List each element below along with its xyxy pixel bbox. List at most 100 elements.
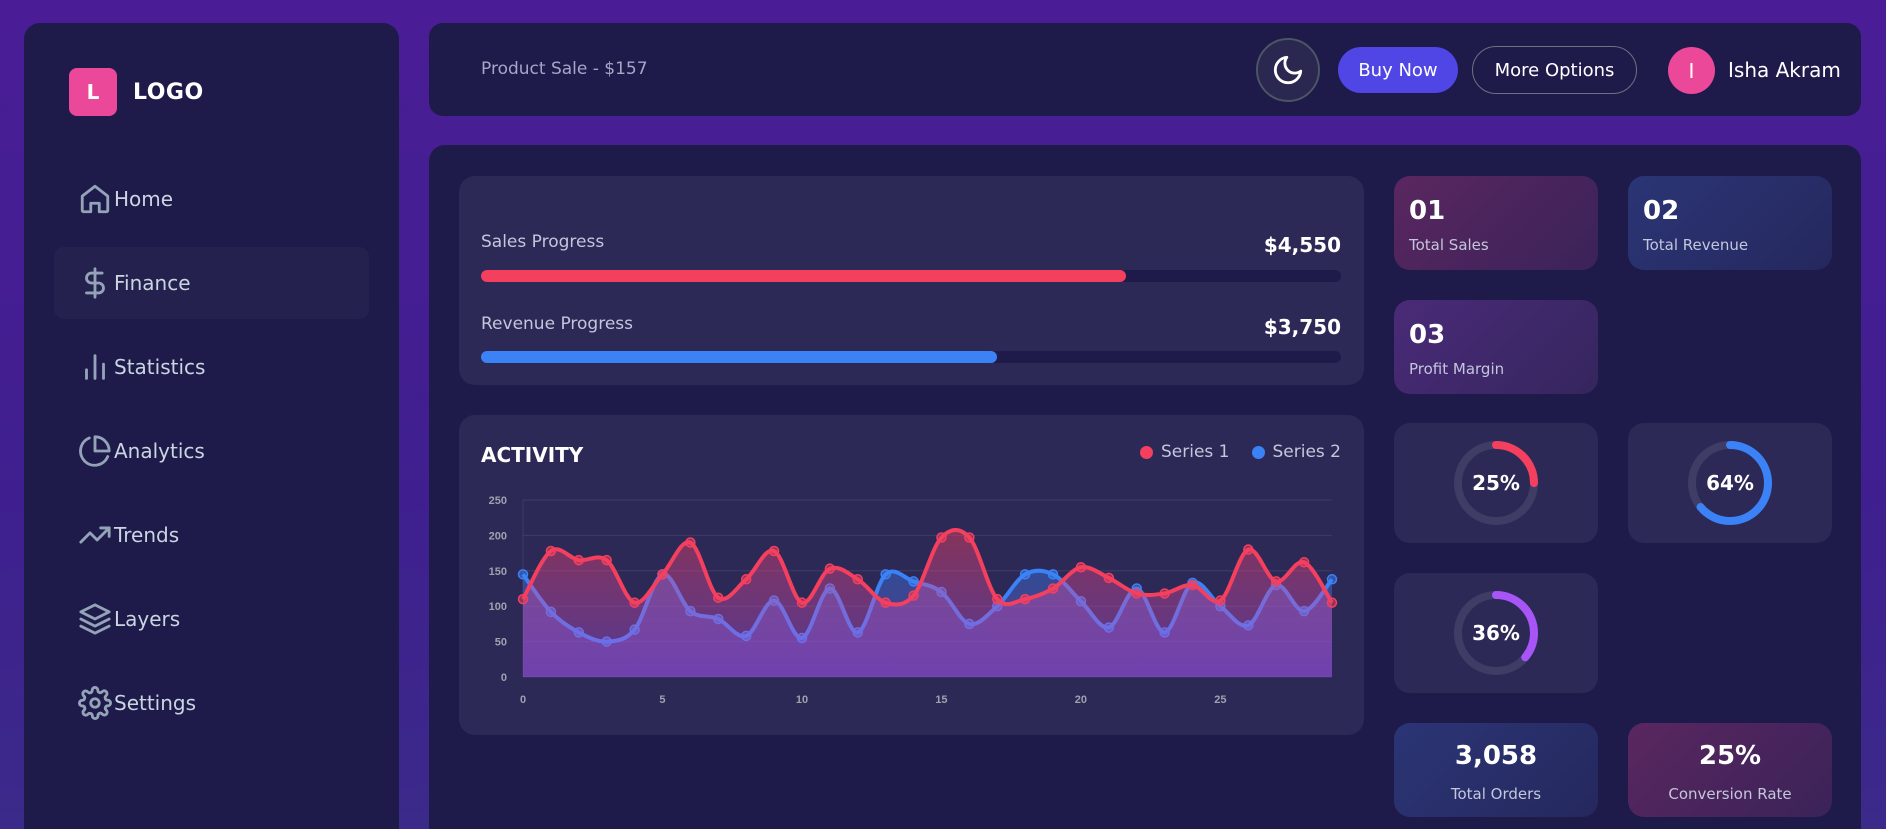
y-tick-label: 0 — [501, 672, 507, 684]
sidebar-item-label: Statistics — [114, 355, 206, 379]
dollar-icon — [85, 267, 105, 299]
stat-card-total-sales[interactable]: 01 Total Sales — [1394, 176, 1598, 270]
kpi-number: 25% — [1698, 741, 1762, 771]
series-1-point — [1298, 557, 1310, 568]
stat-label: Total Sales — [1409, 236, 1489, 254]
ring-percent: 36% — [1472, 621, 1520, 645]
series-1-point — [1187, 579, 1198, 591]
y-tick-label: 50 — [495, 637, 507, 649]
series-2-point — [1326, 574, 1338, 585]
stat-label: Total Revenue — [1643, 236, 1749, 254]
sidebar-item-label: Home — [114, 187, 174, 211]
series-1-point — [824, 563, 836, 574]
sidebar-item-label: Trends — [114, 523, 180, 547]
x-tick-label: 10 — [796, 694, 808, 706]
revenue-progress-label: Revenue Progress — [481, 314, 633, 334]
series-1-point — [991, 593, 1003, 605]
sales-progress-label: Sales Progress — [481, 232, 605, 252]
series-1-point — [1326, 597, 1338, 608]
sidebar-item-settings[interactable]: Settings — [54, 667, 369, 739]
activity-chart: 0 50 100 150 200 250 0 5 10 15 20 25 — [489, 495, 1338, 706]
product-sale-text: Product Sale - $157 — [481, 59, 648, 79]
sidebar-item-finance[interactable]: Finance — [54, 247, 369, 319]
kpi-number: 3,058 — [1454, 741, 1538, 771]
theme-toggle-button[interactable] — [1256, 38, 1320, 102]
chart-legend: Series 1 Series 2 — [1140, 442, 1341, 462]
sales-progress-fill — [481, 270, 1126, 282]
more-options-button[interactable]: More Options — [1472, 46, 1637, 94]
user-name[interactable]: Isha Akram — [1728, 58, 1841, 82]
series-1-point — [601, 554, 612, 566]
series-2-point — [880, 569, 891, 580]
avatar[interactable]: I — [1668, 47, 1715, 94]
activity-title: ACTIVITY — [481, 443, 584, 467]
moon-icon — [1273, 55, 1303, 85]
main-panel: Sales Progress $4,550 Revenue Progress $… — [429, 145, 1861, 829]
kpi-card-conversion-rate[interactable]: 25% Conversion Rate — [1628, 723, 1832, 817]
series-1-point — [740, 574, 752, 585]
series-1-point — [796, 597, 808, 608]
y-tick-label: 150 — [489, 566, 507, 578]
series-1-point — [713, 592, 724, 603]
series-2-point — [908, 576, 919, 587]
series-2-point — [1019, 569, 1031, 580]
series-1-point — [685, 537, 696, 548]
sidebar-item-statistics[interactable]: Statistics — [54, 331, 369, 403]
series-1-point — [1159, 588, 1170, 599]
sidebar-item-label: Finance — [114, 271, 191, 295]
sidebar-item-analytics[interactable]: Analytics — [54, 415, 369, 487]
sidebar-item-label: Settings — [114, 691, 197, 715]
series-1-point — [936, 532, 947, 543]
revenue-progress-fill — [481, 351, 997, 363]
series-1-point — [964, 532, 975, 543]
top-bar: Product Sale - $157 Buy Now More Options… — [429, 23, 1861, 116]
gear-icon — [78, 686, 112, 720]
kpi-label: Conversion Rate — [1668, 785, 1792, 803]
x-tick-label: 5 — [659, 694, 665, 706]
series-1-point — [880, 597, 891, 608]
legend-item-series-2[interactable]: Series 2 — [1251, 442, 1341, 462]
y-tick-label: 200 — [489, 530, 507, 542]
series-1-point — [852, 574, 864, 585]
series-1-point — [768, 545, 780, 557]
logo[interactable]: L LOGO — [69, 68, 204, 116]
logo-badge: L — [69, 68, 117, 116]
revenue-progress-track — [481, 351, 1341, 363]
legend-label: Series 1 — [1161, 442, 1230, 462]
kpi-card-total-orders[interactable]: 3,058 Total Orders — [1394, 723, 1598, 817]
series-1-point — [517, 593, 529, 605]
home-icon — [80, 184, 110, 214]
stat-card-total-revenue[interactable]: 02 Total Revenue — [1628, 176, 1832, 270]
series-1-point — [1215, 595, 1226, 606]
legend-item-series-1[interactable]: Series 1 — [1140, 442, 1230, 462]
series-1-point — [573, 554, 585, 566]
series-1-point — [1270, 576, 1282, 587]
legend-dot — [1251, 445, 1265, 459]
kpi-label: Total Orders — [1450, 785, 1542, 803]
sidebar: L LOGO Home Finance Statistics Analytics… — [24, 23, 399, 829]
sidebar-item-home[interactable]: Home — [54, 163, 369, 235]
progress-card: Sales Progress $4,550 Revenue Progress $… — [459, 176, 1364, 385]
series-1-point — [545, 545, 557, 557]
series-1-point — [1019, 593, 1031, 605]
y-tick-label: 250 — [489, 495, 507, 507]
stat-card-profit-margin[interactable]: 03 Profit Margin — [1394, 300, 1598, 394]
series-2-point — [517, 569, 529, 580]
sidebar-item-trends[interactable]: Trends — [54, 499, 369, 571]
ring-card-2: 64% — [1628, 423, 1832, 543]
sidebar-item-label: Analytics — [114, 439, 205, 463]
stat-number: 01 — [1409, 196, 1446, 226]
x-tick-label: 20 — [1075, 694, 1087, 706]
sidebar-item-layers[interactable]: Layers — [54, 583, 369, 655]
ring-card-1: 25% — [1394, 423, 1598, 543]
stat-number: 03 — [1409, 320, 1446, 350]
legend-dot — [1140, 445, 1153, 459]
layers-icon — [79, 603, 111, 635]
series-1-point — [657, 569, 668, 580]
stat-label: Profit Margin — [1409, 360, 1505, 378]
pie-chart-icon — [79, 435, 111, 467]
x-tick-label: 15 — [935, 694, 947, 706]
series-1-point — [1047, 583, 1059, 594]
logo-text: LOGO — [133, 79, 204, 105]
buy-now-button[interactable]: Buy Now — [1338, 47, 1458, 93]
